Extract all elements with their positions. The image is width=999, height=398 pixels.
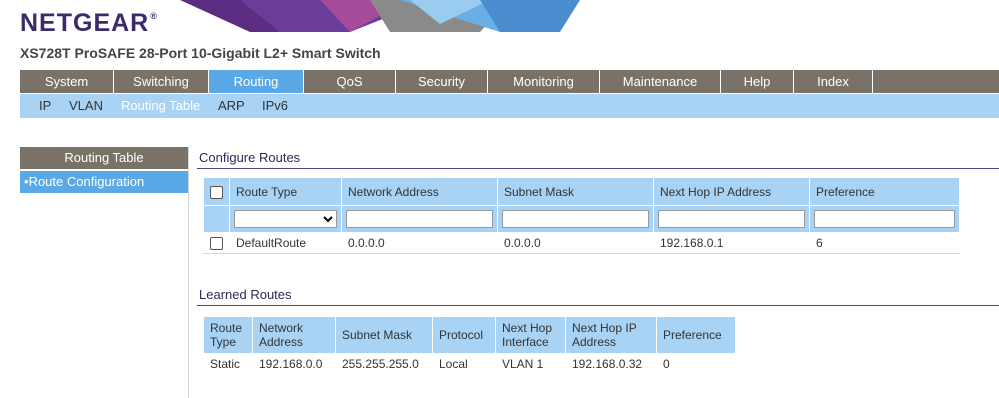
- select-all-cell: [203, 177, 230, 206]
- col-subnet-mask: Subnet Mask: [335, 316, 433, 354]
- tab-index[interactable]: Index: [794, 70, 873, 93]
- col-preference: Preference: [656, 316, 736, 354]
- cell-next-hop-interface: VLAN 1: [495, 353, 566, 375]
- learned-routes-title: Learned Routes: [199, 287, 292, 302]
- product-name: XS728T ProSAFE 28-Port 10-Gigabit L2+ Sm…: [20, 45, 381, 61]
- sub-nav: IP VLAN Routing Table ARP IPv6: [20, 94, 999, 118]
- tab-help[interactable]: Help: [721, 70, 794, 93]
- cell-network-address: 192.168.0.0: [252, 353, 336, 375]
- col-protocol: Protocol: [432, 316, 496, 354]
- cell-network-address: 0.0.0.0: [341, 232, 498, 254]
- col-next-hop-ip: Next Hop IP Address: [653, 177, 810, 206]
- table-row: Static 192.168.0.0 255.255.255.0 Local V…: [203, 353, 736, 375]
- subnav-vlan[interactable]: VLAN: [69, 94, 103, 118]
- learned-routes-table: Route Type Network Address Subnet Mask P…: [203, 316, 736, 375]
- preference-input[interactable]: [814, 210, 955, 228]
- subnav-arp[interactable]: ARP: [218, 94, 245, 118]
- cell-route-type: Static: [203, 353, 253, 375]
- subnav-routing-table[interactable]: Routing Table: [121, 94, 200, 118]
- preference-cell: [809, 205, 960, 233]
- route-type-select[interactable]: [234, 210, 337, 228]
- netgear-logo: NETGEAR®: [20, 9, 158, 37]
- cell-next-hop-ip: 192.168.0.1: [653, 232, 810, 254]
- next-hop-cell: [653, 205, 810, 233]
- col-preference: Preference: [809, 177, 960, 206]
- col-network-address: Network Address: [341, 177, 498, 206]
- tab-system[interactable]: System: [20, 70, 114, 93]
- cell-preference: 6: [809, 232, 960, 254]
- row-checkbox[interactable]: [210, 237, 223, 251]
- subnet-cell: [497, 205, 654, 233]
- col-network-address: Network Address: [252, 316, 336, 354]
- next-hop-ip-input[interactable]: [658, 210, 805, 228]
- learned-routes-divider: [197, 305, 999, 306]
- route-configuration-link[interactable]: •Route Configuration: [20, 171, 188, 193]
- tab-switching[interactable]: Switching: [114, 70, 209, 93]
- configure-routes-table: Route Type Network Address Subnet Mask N…: [203, 177, 960, 254]
- network-cell: [341, 205, 498, 233]
- col-route-type: Route Type: [203, 316, 253, 354]
- header: NETGEAR® XS728T ProSAFE 28-Port 10-Gigab…: [0, 0, 999, 70]
- tab-maintenance[interactable]: Maintenance: [600, 70, 721, 93]
- col-next-hop-interface: Next Hop Interface: [495, 316, 566, 354]
- col-next-hop-ip: Next Hop IP Address: [565, 316, 657, 354]
- empty-cell: [203, 205, 230, 233]
- main-nav: System Switching Routing QoS Security Mo…: [20, 70, 999, 93]
- subnav-ip[interactable]: IP: [39, 94, 51, 118]
- cell-route-type: DefaultRoute: [229, 232, 342, 254]
- tab-security[interactable]: Security: [396, 70, 488, 93]
- configure-routes-divider: [197, 168, 999, 169]
- table-row: DefaultRoute 0.0.0.0 0.0.0.0 192.168.0.1…: [203, 232, 960, 254]
- tab-monitoring[interactable]: Monitoring: [488, 70, 600, 93]
- table-header-row: Route Type Network Address Subnet Mask N…: [203, 177, 960, 206]
- header-banner-graphic: [180, 0, 580, 32]
- select-all-checkbox[interactable]: [210, 185, 223, 199]
- cell-preference: 0: [656, 353, 736, 375]
- subnet-mask-input[interactable]: [502, 210, 649, 228]
- left-panel: Routing Table •Route Configuration: [20, 147, 189, 398]
- subnav-ipv6[interactable]: IPv6: [262, 94, 288, 118]
- col-route-type: Route Type: [229, 177, 342, 206]
- route-type-cell: [229, 205, 342, 233]
- tab-routing[interactable]: Routing: [209, 70, 304, 93]
- add-route-row: [203, 205, 960, 233]
- table-header-row: Route Type Network Address Subnet Mask P…: [203, 316, 736, 354]
- cell-next-hop-ip: 192.168.0.32: [565, 353, 657, 375]
- cell-subnet-mask: 0.0.0.0: [497, 232, 654, 254]
- route-configuration-label: Route Configuration: [28, 174, 145, 189]
- tab-qos[interactable]: QoS: [304, 70, 396, 93]
- cell-subnet-mask: 255.255.255.0: [335, 353, 433, 375]
- left-panel-title: Routing Table: [20, 147, 188, 169]
- col-subnet-mask: Subnet Mask: [497, 177, 654, 206]
- row-select-cell: [203, 232, 230, 254]
- network-address-input[interactable]: [346, 210, 493, 228]
- cell-protocol: Local: [432, 353, 496, 375]
- configure-routes-title: Configure Routes: [199, 150, 301, 165]
